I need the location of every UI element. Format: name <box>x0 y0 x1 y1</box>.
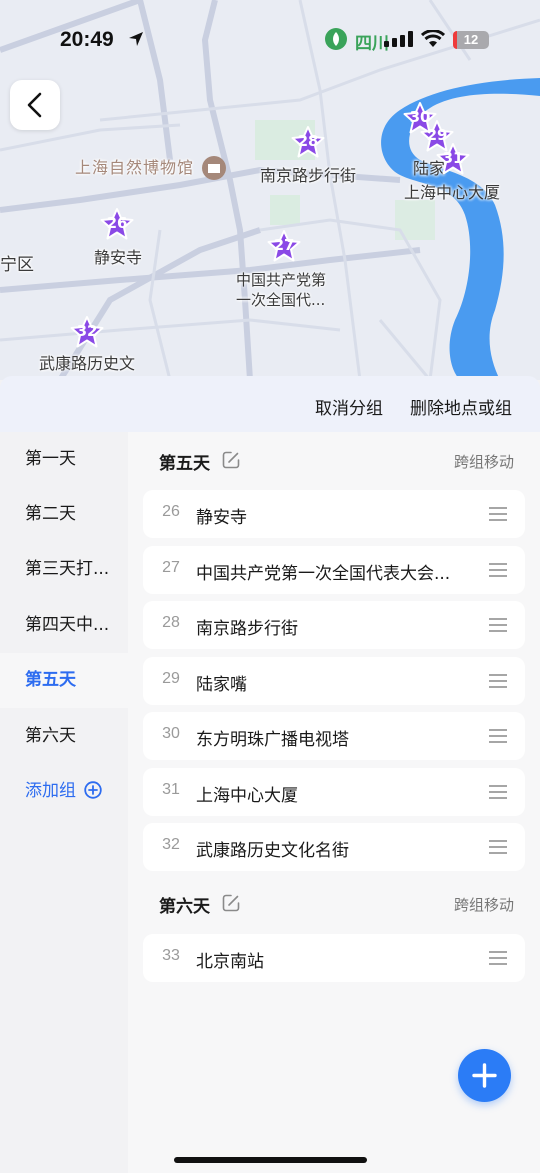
item-number: 29 <box>162 670 180 687</box>
map-marker-30[interactable]: 30 <box>402 101 438 137</box>
sidebar-item-day-2[interactable]: 第二天 <box>0 487 128 542</box>
add-place-button[interactable] <box>458 1049 511 1102</box>
list-item[interactable]: 27 中国共产党第一次全国代表大会... <box>143 546 525 594</box>
map-marker-28[interactable]: 28 <box>290 125 326 161</box>
map-label-museum: 上海自然博物馆 <box>75 158 195 177</box>
item-name: 北京南站 <box>196 952 264 972</box>
drag-handle-icon[interactable] <box>489 839 507 855</box>
location-arrow-icon <box>129 32 143 46</box>
group-header-day-5: 第五天 跨组移动 <box>128 432 540 488</box>
item-number: 27 <box>162 559 180 576</box>
group-title: 第五天 <box>159 454 210 474</box>
wifi-icon <box>421 30 445 47</box>
action-bar: 取消分组 删除地点或组 <box>0 376 540 432</box>
list-item[interactable]: 32 武康路历史文化名街 <box>143 823 525 871</box>
map-marker-27[interactable]: 27 <box>266 229 302 265</box>
sidebar-item-day-3[interactable]: 第三天打... <box>0 542 128 597</box>
drag-handle-icon[interactable] <box>489 562 507 578</box>
list-item[interactable]: 30 东方明珠广播电视塔 <box>143 712 525 760</box>
sidebar-item-day-6[interactable]: 第六天 <box>0 709 128 764</box>
back-button[interactable] <box>10 80 60 130</box>
map-label-cpc-site: 中国共产党第 一次全国代... <box>236 271 327 310</box>
map-label-shanghai-center: 上海中心大厦 <box>404 183 501 202</box>
map-label-nanjing-road: 南京路步行街 <box>260 166 357 185</box>
edit-icon[interactable] <box>221 450 241 470</box>
signal-icon <box>384 31 413 47</box>
list-item[interactable]: 29 陆家嘴 <box>143 657 525 705</box>
delete-place-or-group-button[interactable]: 删除地点或组 <box>410 394 512 419</box>
drag-handle-icon[interactable] <box>489 506 507 522</box>
map-label-wukang-road: 武康路历史文 <box>39 354 136 373</box>
item-number: 31 <box>162 781 180 798</box>
sidebar-item-day-4[interactable]: 第四天中... <box>0 598 128 653</box>
map-view[interactable]: 上海自然博物馆 南京路步行街 静安寺 中国共产党第 一次全国代... 陆家 上海… <box>0 0 540 380</box>
map-marker-31[interactable]: 31 <box>435 142 471 178</box>
battery-level: 12 <box>463 32 479 47</box>
day-sidebar: 第一天 第二天 第三天打... 第四天中... 第五天 第六天 添加组 <box>0 432 128 1173</box>
sidebar-item-day-1[interactable]: 第一天 <box>0 432 128 487</box>
status-bar: 20:49 四川 12 <box>0 0 540 80</box>
item-name: 武康路历史文化名街 <box>196 841 349 861</box>
drag-handle-icon[interactable] <box>489 673 507 689</box>
item-name: 中国共产党第一次全国代表大会... <box>196 564 451 584</box>
list-item[interactable]: 31 上海中心大厦 <box>143 768 525 816</box>
edit-icon[interactable] <box>221 893 241 913</box>
home-indicator[interactable] <box>174 1157 367 1163</box>
status-time: 20:49 <box>60 28 114 51</box>
item-number: 26 <box>162 503 180 520</box>
battery-icon: 12 <box>453 31 489 49</box>
item-number: 30 <box>162 725 180 742</box>
list-item[interactable]: 33 北京南站 <box>143 934 525 982</box>
map-marker-26[interactable]: 26 <box>99 207 135 243</box>
add-circle-icon <box>84 780 102 799</box>
battery-low-indicator <box>453 31 457 49</box>
item-name: 东方明珠广播电视塔 <box>196 730 349 750</box>
group-title: 第六天 <box>159 897 210 917</box>
item-name: 南京路步行街 <box>196 619 298 639</box>
cross-group-move-button[interactable]: 跨组移动 <box>454 894 514 915</box>
drag-handle-icon[interactable] <box>489 617 507 633</box>
plus-icon <box>472 1063 497 1088</box>
item-number: 28 <box>162 614 180 631</box>
list-item[interactable]: 26 静安寺 <box>143 490 525 538</box>
item-name: 上海中心大厦 <box>196 786 298 806</box>
cancel-group-button[interactable]: 取消分组 <box>315 394 383 419</box>
map-marker-32[interactable]: 32 <box>69 315 105 351</box>
cross-group-move-button[interactable]: 跨组移动 <box>454 451 514 472</box>
chevron-left-icon <box>27 92 42 118</box>
item-name: 陆家嘴 <box>196 675 247 695</box>
drag-handle-icon[interactable] <box>489 728 507 744</box>
drag-handle-icon[interactable] <box>489 784 507 800</box>
map-label-jingan-temple: 静安寺 <box>94 248 143 267</box>
add-group-label: 添加组 <box>25 781 76 801</box>
group-header-day-6: 第六天 跨组移动 <box>128 875 540 931</box>
item-number: 32 <box>162 836 180 853</box>
item-number: 33 <box>162 947 180 964</box>
item-name: 静安寺 <box>196 508 247 528</box>
map-label-district: 宁区 <box>0 255 34 275</box>
sidebar-item-day-5[interactable]: 第五天 <box>0 653 128 708</box>
drag-handle-icon[interactable] <box>489 950 507 966</box>
list-item[interactable]: 28 南京路步行街 <box>143 601 525 649</box>
add-group-button[interactable]: 添加组 <box>0 764 102 819</box>
